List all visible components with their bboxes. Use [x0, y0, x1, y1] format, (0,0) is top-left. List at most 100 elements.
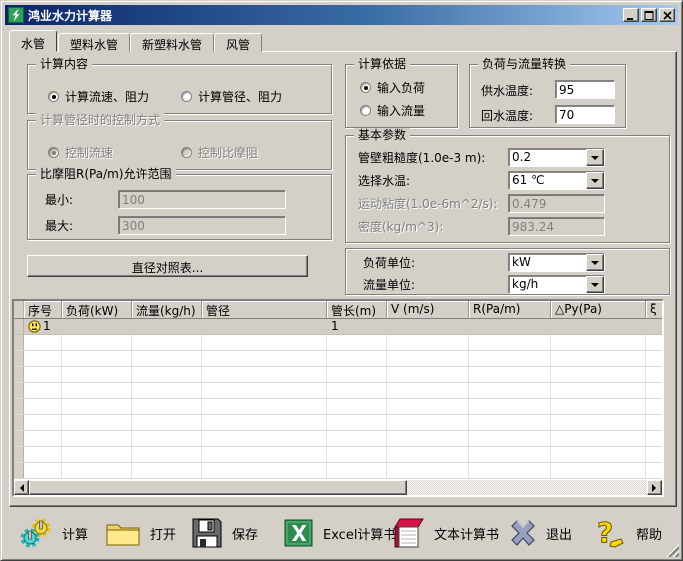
table-empty-row[interactable] — [14, 335, 662, 351]
group-calc-content-title: 计算内容 — [36, 57, 92, 72]
cell-load — [62, 319, 132, 334]
excel-report-button[interactable]: Excel计算书 — [283, 513, 396, 553]
cell-flow — [132, 319, 202, 334]
scrollbar-track[interactable] — [407, 480, 647, 495]
folder-icon — [105, 519, 141, 547]
group-diameter-control-title: 计算管径时的控制方式 — [36, 113, 164, 128]
col-header-r[interactable]: R(Pa/m) — [469, 301, 551, 318]
group-basic-params: 基本参数 管壁粗糙度(1.0e-3 m): 0.2 选择水温: 61 ℃ 运动粘… — [345, 135, 670, 243]
watertemp-dropdown-icon[interactable] — [586, 172, 604, 189]
flow-unit-label: 流量单位: — [363, 278, 415, 293]
group-calc-basis: 计算依据 输入负荷 输入流量 — [345, 64, 458, 128]
tab-water-pipe[interactable]: 水管 — [9, 30, 57, 52]
supply-temp-input[interactable] — [555, 80, 615, 99]
calc-button[interactable]: 计算 — [19, 513, 88, 553]
row-indicator — [14, 383, 24, 398]
radio-control-velocity-label: 控制流速 — [65, 144, 113, 161]
cell-dpy — [551, 319, 646, 334]
load-unit-label: 负荷单位: — [363, 256, 415, 271]
flow-unit-dropdown-icon[interactable] — [586, 276, 604, 293]
min-label: 最小: — [45, 193, 73, 208]
col-header-diameter[interactable]: 管径 — [202, 301, 327, 318]
radio-input-load[interactable] — [360, 82, 371, 93]
cell-velocity — [387, 319, 469, 334]
group-load-flow-title: 负荷与流量转换 — [478, 57, 570, 72]
table-empty-row[interactable] — [14, 431, 662, 447]
row-indicator — [14, 319, 24, 334]
calc-button-label: 计算 — [62, 524, 88, 543]
row-indicator — [14, 431, 24, 446]
radio-calc-diameter-label: 计算管径、阻力 — [198, 88, 282, 105]
group-load-flow: 负荷与流量转换 供水温度: 回水温度: — [469, 64, 626, 128]
maximize-button[interactable] — [641, 8, 657, 22]
row-indicator — [14, 335, 24, 350]
scrollbar-thumb[interactable] — [29, 480, 407, 495]
load-unit-value: kW — [509, 254, 586, 271]
tab-new-plastic-pipe[interactable]: 新塑料水管 — [130, 33, 214, 52]
exit-x-icon — [509, 519, 537, 547]
text-report-button[interactable]: 文本计算书 — [391, 513, 499, 553]
scroll-right-icon[interactable] — [647, 480, 662, 495]
help-button[interactable]: ? 帮助 — [591, 513, 662, 553]
row-indicator — [14, 351, 24, 366]
table-empty-row[interactable] — [14, 463, 662, 479]
save-button[interactable]: 保存 — [191, 513, 258, 553]
viscosity-label: 运动粘度(1.0e-6m^2/s): — [358, 197, 498, 212]
roughness-dropdown-icon[interactable] — [586, 149, 604, 166]
resize-grip[interactable] — [666, 544, 679, 557]
cell-xi — [646, 319, 662, 334]
return-temp-input[interactable] — [555, 105, 615, 124]
viscosity-field — [508, 194, 605, 213]
group-basic-params-title: 基本参数 — [354, 128, 410, 143]
table-empty-row[interactable] — [14, 383, 662, 399]
help-icon: ? — [591, 516, 627, 550]
exit-button[interactable]: 退出 — [509, 513, 572, 553]
flow-unit-combo[interactable]: kg/h — [508, 275, 605, 294]
scroll-left-icon[interactable] — [14, 480, 29, 495]
load-unit-combo[interactable]: kW — [508, 253, 605, 272]
row-indicator — [14, 415, 24, 430]
table-empty-row[interactable] — [14, 351, 662, 367]
radio-input-flow[interactable] — [360, 105, 371, 116]
row-indicator — [14, 447, 24, 462]
table-empty-row[interactable] — [14, 399, 662, 415]
save-button-label: 保存 — [232, 524, 258, 543]
row-indicator — [14, 367, 24, 382]
radio-control-velocity — [48, 147, 59, 158]
close-button[interactable] — [659, 8, 675, 22]
col-header-xi[interactable]: ξ — [646, 301, 662, 318]
excel-report-label: Excel计算书 — [323, 524, 396, 543]
tab-air-duct[interactable]: 风管 — [214, 33, 262, 52]
cell-r — [469, 319, 551, 334]
return-temp-label: 回水温度: — [481, 109, 533, 124]
col-header-velocity[interactable]: V (m/s) — [387, 301, 469, 318]
radio-calc-velocity[interactable] — [48, 91, 59, 102]
open-button[interactable]: 打开 — [105, 513, 176, 553]
col-header-load[interactable]: 负荷(kW) — [62, 301, 132, 318]
max-label: 最大: — [45, 219, 73, 234]
tab-plastic-pipe[interactable]: 塑料水管 — [58, 33, 130, 52]
minimize-button[interactable] — [623, 8, 639, 22]
radio-control-friction-label: 控制比摩阻 — [198, 144, 258, 161]
table-empty-row[interactable] — [14, 447, 662, 463]
window-title: 鸿业水力计算器 — [28, 7, 112, 24]
col-header-flow[interactable]: 流量(kg/h) — [132, 301, 202, 318]
diameter-table-button[interactable]: 直径对照表... — [27, 255, 308, 277]
col-header-length[interactable]: 管长(m) — [327, 301, 387, 318]
col-header-dpy[interactable]: △Py(Pa) — [551, 301, 646, 318]
table-empty-row[interactable] — [14, 367, 662, 383]
col-header-index[interactable]: 序号 — [24, 301, 62, 318]
group-r-range: 比摩阻R(Pa/m)允许范围 最小: 最大: — [27, 174, 332, 240]
watertemp-combo[interactable]: 61 ℃ — [508, 171, 605, 190]
cell-diameter — [202, 319, 327, 334]
table-empty-row[interactable] — [14, 415, 662, 431]
text-report-label: 文本计算书 — [434, 524, 499, 543]
roughness-combo[interactable]: 0.2 — [508, 148, 605, 167]
radio-calc-diameter[interactable] — [181, 91, 192, 102]
notebook-icon — [391, 517, 425, 549]
table-row-1[interactable]: 1 1 — [14, 319, 662, 335]
row-indicator — [14, 399, 24, 414]
load-unit-dropdown-icon[interactable] — [586, 254, 604, 271]
horizontal-scrollbar[interactable] — [14, 480, 662, 495]
group-calc-content: 计算内容 计算流速、阻力 计算管径、阻力 — [27, 64, 332, 114]
